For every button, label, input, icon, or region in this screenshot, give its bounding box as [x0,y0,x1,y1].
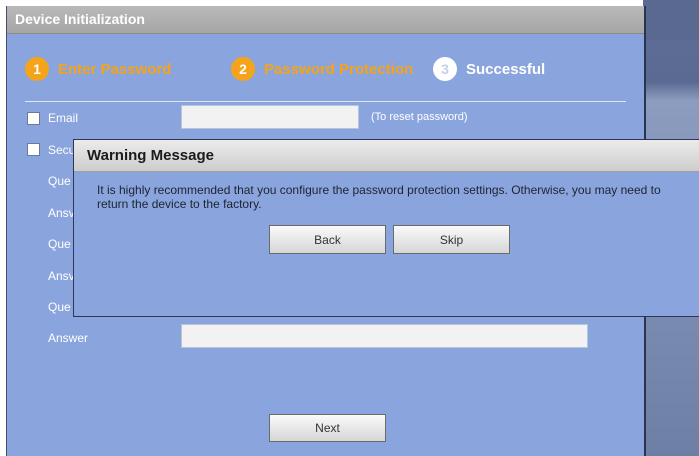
background-panel-right-top [643,0,699,40]
step-label-1: Enter Password [58,60,172,78]
warning-title: Warning Message [74,140,699,172]
answer-1-label: Ansv [48,206,75,220]
email-checkbox[interactable] [27,112,40,125]
answer-2-label: Ansv [48,269,75,283]
step-number-3: 3 [433,57,457,81]
security-question-checkbox[interactable] [27,143,40,156]
answer-3-field[interactable] [181,324,588,348]
email-label: Email [48,111,79,125]
skip-button[interactable]: Skip [393,225,510,254]
step-number-2: 2 [231,57,255,81]
step-password-protection: 2 Password Protection [231,57,413,81]
step-label-2: Password Protection [264,60,414,78]
back-button[interactable]: Back [269,225,386,254]
security-question-label: Secu [48,143,76,157]
step-successful: 3 Successful [433,57,545,81]
step-number-1: 1 [25,57,49,81]
steps-divider [25,101,626,102]
answer-3-label: Answer [48,331,89,345]
dialog-title: Device Initialization [7,6,644,34]
warning-message-dialog: Warning Message It is highly recommended… [73,139,699,317]
wizard-steps: 1 Enter Password 2 Password Protection 3… [25,57,625,87]
question-2-label: Que [48,237,71,251]
warning-message-text: It is highly recommended that you config… [97,183,661,211]
step-label-3: Successful [466,60,546,78]
question-1-label: Que [48,174,71,188]
next-button[interactable]: Next [269,414,386,442]
email-field[interactable] [181,105,359,129]
email-hint: (To reset password) [371,111,468,123]
step-enter-password: 1 Enter Password [25,57,171,81]
question-3-label: Que [48,300,71,314]
